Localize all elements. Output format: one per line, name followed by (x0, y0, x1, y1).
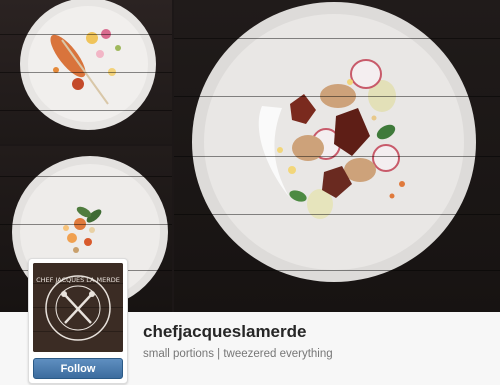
profile-page: CHEF JACQUES LA MERDE Follow chefjacques… (0, 0, 500, 385)
avatar-caption: CHEF JACQUES LA MERDE (36, 276, 120, 284)
avatar-logo-icon: CHEF JACQUES LA MERDE (33, 263, 123, 352)
avatar[interactable]: CHEF JACQUES LA MERDE (33, 263, 123, 352)
profile-bio: small portions | tweezered everything (143, 348, 333, 360)
photo-tile[interactable] (174, 0, 500, 312)
avatar-card: CHEF JACQUES LA MERDE Follow (28, 258, 128, 384)
profile-username: chefjacqueslamerde (143, 322, 307, 341)
follow-button[interactable]: Follow (33, 358, 123, 379)
photo-tile[interactable] (0, 0, 172, 144)
